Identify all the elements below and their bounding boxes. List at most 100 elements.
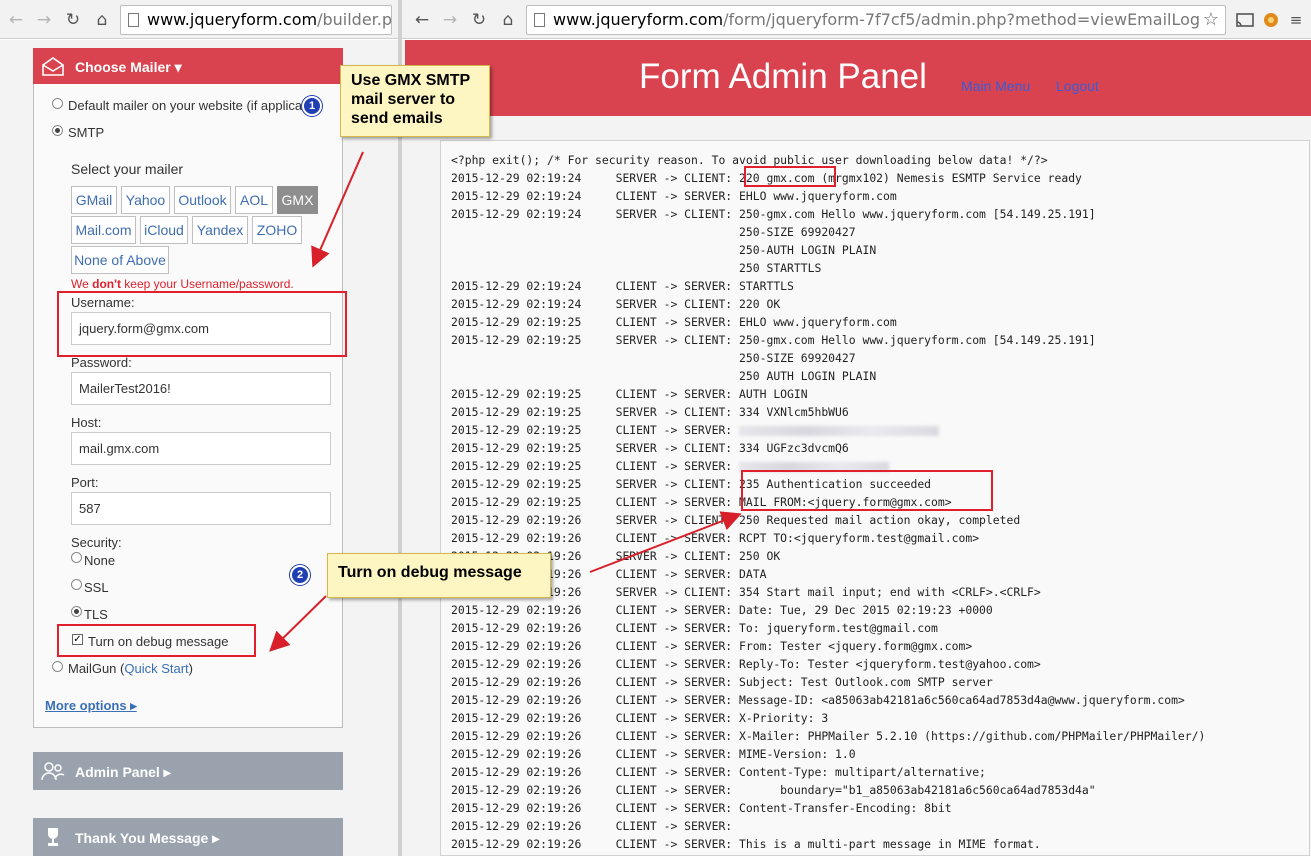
users-icon (41, 762, 65, 781)
host-label: Host: (71, 415, 102, 430)
log-line: 2015-12-29 02:19:25 CLIENT -> SERVER: EH… (451, 315, 897, 329)
default-mailer-radio[interactable] (52, 98, 63, 109)
forward-arrow-icon[interactable]: → (440, 10, 460, 30)
left-address-bar[interactable]: www.jqueryform.com/builder.php (120, 5, 392, 35)
debug-callout: Turn on debug message (327, 553, 551, 598)
home-icon[interactable]: ⌂ (498, 10, 518, 30)
mailgun-label: MailGun (Quick Start) (68, 661, 193, 676)
username-highlight (57, 291, 347, 357)
thank-you-section[interactable]: Thank You Message ▸ (33, 818, 343, 856)
log-line: 2015-12-29 02:19:26 CLIENT -> SERVER: X-… (451, 711, 829, 725)
log-line: 2015-12-29 02:19:26 CLIENT -> SERVER: bo… (451, 783, 1096, 797)
menu-icon[interactable]: ≡ (1286, 10, 1306, 30)
step-1-badge: 1 (302, 96, 322, 116)
trophy-icon (48, 828, 58, 846)
port-field[interactable]: 587 (71, 492, 331, 525)
log-line: 2015-12-29 02:19:24 SERVER -> CLIENT: 22… (451, 297, 781, 311)
main-menu-link[interactable]: Main Menu (961, 78, 1030, 94)
host-field[interactable]: mail.gmx.com (71, 432, 331, 465)
mailer-button-outlook[interactable]: Outlook (174, 186, 231, 214)
right-address-bar[interactable]: www.jqueryform.com/form/jqueryform-7f7cf… (526, 5, 1226, 35)
port-label: Port: (71, 475, 99, 490)
left-url-path: /builder.php (317, 10, 392, 29)
log-line: 2015-12-29 02:19:26 SERVER -> CLIENT: 25… (451, 549, 781, 563)
mailer-button-gmx[interactable]: GMX (277, 186, 318, 214)
mailer-button-mailcom[interactable]: Mail.com (71, 216, 136, 244)
right-url-host: www.jqueryform.com (553, 10, 724, 29)
password-label: Password: (71, 355, 132, 370)
mailer-button-gmail[interactable]: GMail (71, 186, 117, 214)
quick-start-link[interactable]: Quick Start (124, 661, 188, 676)
home-icon[interactable]: ⌂ (92, 10, 112, 30)
log-line: 2015-12-29 02:19:26 CLIENT -> SERVER: Su… (451, 675, 993, 689)
log-line: 250 STARTTLS (451, 261, 822, 275)
select-mailer-label: Select your mailer (71, 161, 184, 177)
page-icon (534, 13, 545, 27)
log-line: 2015-12-29 02:19:25 CLIENT -> SERVER: (451, 421, 1205, 439)
admin-header: Form Admin Panel Main Menu Logout (405, 40, 1311, 116)
log-line: 2015-12-29 02:19:26 CLIENT -> SERVER: Fr… (451, 639, 973, 653)
log-line: 2015-12-29 02:19:26 CLIENT -> SERVER: Co… (451, 801, 952, 815)
extension-icon[interactable] (1260, 9, 1282, 31)
right-url-path: /form/jqueryform-7f7cf5/admin.php?method… (723, 10, 1201, 29)
log-line: 2015-12-29 02:19:24 CLIENT -> SERVER: EH… (451, 189, 897, 203)
logout-link[interactable]: Logout (1056, 78, 1099, 94)
log-line: 250-SIZE 69920427 (451, 225, 856, 239)
thank-you-title: Thank You Message ▸ (75, 830, 220, 846)
admin-panel-title: Admin Panel ▸ (75, 764, 171, 780)
choose-mailer-title: Choose Mailer ▾ (75, 59, 182, 75)
cast-icon[interactable] (1234, 9, 1256, 31)
reload-icon[interactable]: ↻ (469, 10, 489, 30)
security-tls-label: TLS (84, 607, 108, 622)
back-arrow-icon[interactable]: ← (6, 10, 26, 30)
left-url-host: www.jqueryform.com (147, 10, 318, 29)
log-line: 2015-12-29 02:19:26 CLIENT -> SERVER: RC… (451, 531, 980, 545)
smtp-radio[interactable] (52, 125, 63, 136)
back-arrow-icon[interactable]: ← (412, 10, 432, 30)
mailer-button-aol[interactable]: AOL (235, 186, 273, 214)
log-line: 2015-12-29 02:19:26 CLIENT -> SERVER: (451, 819, 740, 833)
default-mailer-label: Default mailer on your website (if appli… (68, 98, 303, 113)
log-line: 2015-12-29 02:19:26 SERVER -> CLIENT: 35… (451, 585, 1041, 599)
log-line: 2015-12-29 02:19:25 SERVER -> CLIENT: 25… (451, 333, 1096, 347)
gmx-callout: Use GMX SMTP mail server to send emails (340, 65, 490, 137)
log-line: 2015-12-29 02:19:26 CLIENT -> SERVER: MI… (451, 747, 856, 761)
log-line: 2015-12-29 02:19:26 CLIENT -> SERVER: Co… (451, 765, 986, 779)
envelope-icon (42, 57, 64, 76)
security-tls-radio[interactable] (71, 606, 82, 617)
reload-icon[interactable]: ↻ (63, 10, 83, 30)
security-none-radio[interactable] (71, 552, 82, 563)
security-ssl-label: SSL (84, 580, 109, 595)
page-icon (128, 13, 139, 27)
log-line: 2015-12-29 02:19:26 CLIENT -> SERVER: Me… (451, 693, 1185, 707)
forward-arrow-icon[interactable]: → (34, 10, 54, 30)
redacted-credential (739, 425, 940, 436)
log-line: 250 AUTH LOGIN PLAIN (451, 369, 877, 383)
log-line: 2015-12-29 02:19:24 SERVER -> CLIENT: 25… (451, 207, 1096, 221)
security-ssl-radio[interactable] (71, 579, 82, 590)
security-label: Security: (71, 535, 122, 550)
log-line: 2015-12-29 02:19:26 CLIENT -> SERVER: Th… (451, 837, 1041, 851)
step-2-badge: 2 (290, 565, 310, 585)
bookmark-star-icon[interactable]: ☆ (1203, 6, 1219, 34)
log-line: 250-SIZE 69920427 (451, 351, 856, 365)
log-line: 2015-12-29 02:19:26 CLIENT -> SERVER: X-… (451, 729, 1206, 743)
smtp-label: SMTP (68, 125, 105, 140)
log-line: 2015-12-29 02:19:26 CLIENT -> SERVER: Re… (451, 657, 1041, 671)
mailgun-radio[interactable] (52, 661, 63, 672)
left-browser-toolbar: ← → ↻ ⌂ www.jqueryform.com/builder.php (0, 0, 398, 39)
choose-mailer-header[interactable]: Choose Mailer ▾ (33, 48, 343, 84)
mailer-button-yandex[interactable]: Yandex (192, 216, 248, 244)
mailer-button-yahoo[interactable]: Yahoo (121, 186, 170, 214)
right-browser-toolbar: ← → ↻ ⌂ www.jqueryform.com/form/jqueryfo… (402, 0, 1311, 39)
more-options-link[interactable]: More options ▸ (45, 698, 137, 714)
mailer-button-zoho[interactable]: ZOHO (252, 216, 302, 244)
admin-panel-section[interactable]: Admin Panel ▸ (33, 752, 343, 790)
password-field[interactable]: MailerTest2016! (71, 372, 331, 405)
admin-title: Form Admin Panel (639, 57, 927, 96)
form-builder-pane: Choose Mailer ▾ Default mailer on your w… (0, 40, 398, 856)
mailer-button-none[interactable]: None of Above (71, 246, 169, 274)
mailer-button-icloud[interactable]: iCloud (140, 216, 188, 244)
admin-panel-pane: Form Admin Panel Main Menu Logout <?php … (402, 40, 1311, 856)
auth-highlight (741, 470, 993, 511)
